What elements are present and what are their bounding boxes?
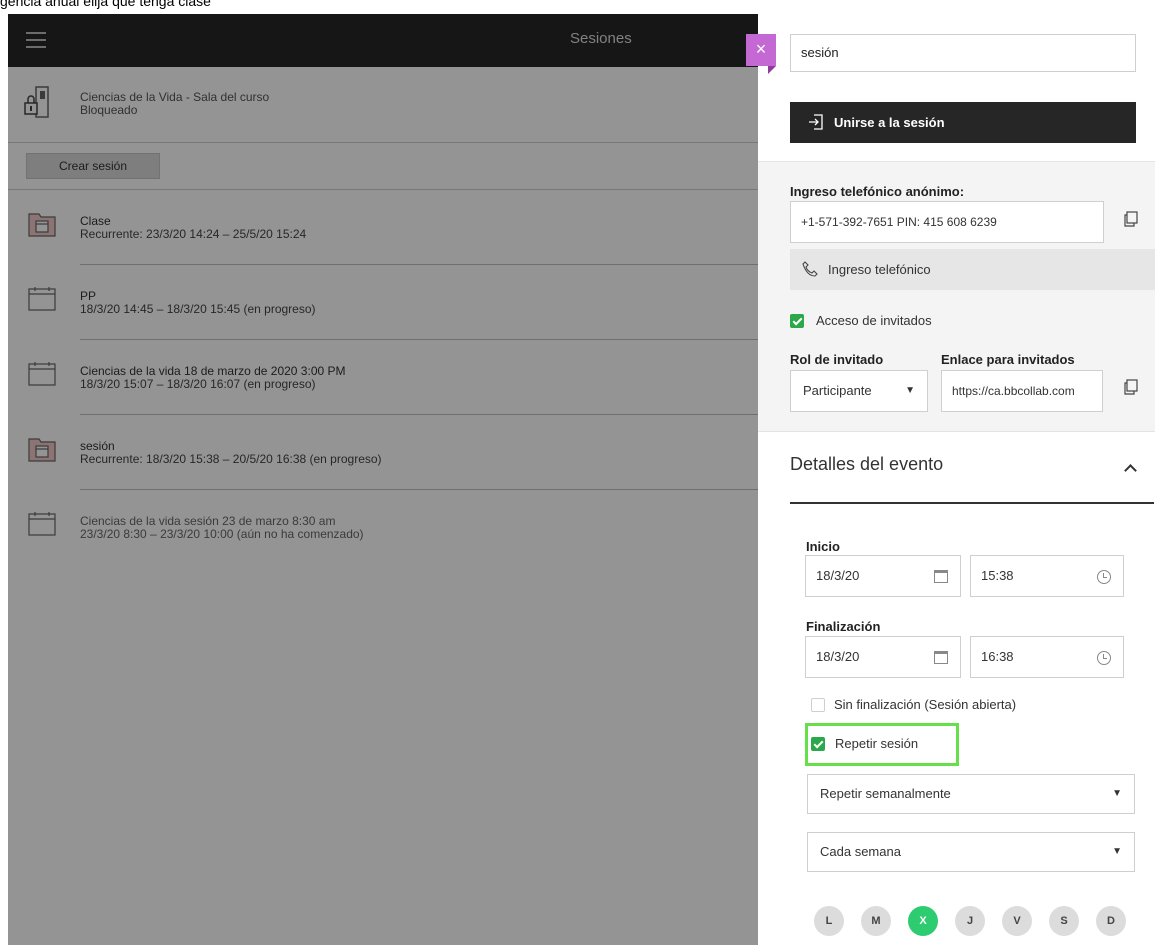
start-date-field[interactable]: 18/3/20 — [805, 555, 961, 597]
no-end-label: Sin finalización (Sesión abierta) — [834, 697, 1017, 712]
guest-access-checkbox[interactable] — [790, 314, 804, 328]
start-label: Inicio — [806, 539, 840, 554]
day-lunes[interactable]: L — [814, 906, 844, 936]
repeat-frequency-value: Repetir semanalmente — [820, 786, 951, 801]
locked-room-icon — [24, 86, 49, 118]
room-info: Ciencias de la Vida - Sala del curso Blo… — [80, 91, 269, 117]
end-time-field[interactable]: 16:38 — [970, 636, 1124, 678]
session-detail: Recurrente: 23/3/20 14:24 – 25/5/20 15:2… — [80, 227, 307, 241]
session-detail: 23/3/20 8:30 – 23/3/20 10:00 (aún no ha … — [80, 527, 364, 541]
day-miercoles[interactable]: X — [908, 906, 938, 936]
page-title: Sesiones — [570, 30, 632, 47]
join-session-label: Unirse a la sesión — [834, 115, 945, 130]
room-status: Bloqueado — [80, 103, 138, 117]
repeat-interval-value: Cada semana — [820, 844, 901, 859]
session-item-sesion[interactable]: sesión Recurrente: 18/3/20 15:38 – 20/5/… — [8, 415, 758, 490]
phone-icon — [802, 261, 818, 277]
calendar-icon — [934, 570, 948, 583]
clock-icon — [1097, 570, 1111, 584]
guest-role-select[interactable]: Participante ▼ — [790, 370, 928, 412]
recurring-calendar-icon — [28, 213, 56, 237]
session-item-ciencias-23-marzo[interactable]: Ciencias de la vida sesión 23 de marzo 8… — [8, 490, 758, 565]
join-session-button[interactable]: Unirse a la sesión — [790, 102, 1136, 143]
guest-link-label: Enlace para invitados — [941, 352, 1075, 367]
guest-role-value: Participante — [803, 383, 872, 398]
calendar-icon — [28, 512, 56, 536]
guest-role-label: Rol de invitado — [790, 352, 884, 367]
sessions-list-panel: Sesiones Ciencias de la Vida - Sala del … — [8, 14, 758, 945]
calendar-icon — [28, 362, 56, 386]
end-time-value: 16:38 — [981, 649, 1014, 664]
clock-icon — [1097, 651, 1111, 665]
end-label: Finalización — [806, 619, 881, 634]
hamburger-menu-icon[interactable] — [26, 32, 46, 48]
course-room[interactable]: Ciencias de la Vida - Sala del curso Blo… — [8, 67, 758, 143]
repeat-session-checkbox[interactable] — [811, 737, 825, 751]
calendar-icon — [934, 651, 948, 664]
day-sabado[interactable]: S — [1049, 906, 1079, 936]
day-domingo[interactable]: D — [1096, 906, 1126, 936]
session-item-clase[interactable]: Clase Recurrente: 23/3/20 14:24 – 25/5/2… — [8, 190, 758, 265]
chevron-up-icon[interactable] — [1124, 464, 1137, 477]
dropdown-arrow-icon: ▼ — [1112, 846, 1122, 857]
end-date-field[interactable]: 18/3/20 — [805, 636, 961, 678]
start-time-field[interactable]: 15:38 — [970, 555, 1124, 597]
close-button-tail — [768, 66, 776, 74]
session-detail: 18/3/20 14:45 – 18/3/20 15:45 (en progre… — [80, 302, 316, 316]
dropdown-arrow-icon: ▼ — [905, 385, 915, 396]
day-jueves[interactable]: J — [955, 906, 985, 936]
close-icon[interactable]: × — [746, 34, 776, 66]
event-details-heading[interactable]: Detalles del evento — [790, 454, 943, 475]
copy-icon[interactable] — [1124, 379, 1138, 395]
end-date-value: 18/3/20 — [816, 649, 860, 664]
guest-access-section: Ingreso telefónico anónimo: +1-571-392-7… — [758, 161, 1155, 432]
session-detail: 18/3/20 15:07 – 18/3/20 16:07 (en progre… — [80, 377, 316, 391]
enter-icon — [809, 114, 823, 130]
day-martes[interactable]: M — [861, 906, 891, 936]
session-name-input[interactable]: sesión — [790, 34, 1136, 72]
session-item-pp[interactable]: PP 18/3/20 14:45 – 18/3/20 15:45 (en pro… — [8, 265, 758, 340]
copy-icon[interactable] — [1124, 211, 1138, 227]
phone-entry-button-label: Ingreso telefónico — [828, 262, 931, 277]
recurring-calendar-icon — [28, 438, 56, 462]
phone-number-field[interactable]: +1-571-392-7651 PIN: 415 608 6239 — [790, 201, 1104, 243]
calendar-icon — [28, 287, 56, 311]
top-bar: Sesiones — [8, 14, 758, 67]
session-item-ciencias-18-marzo[interactable]: Ciencias de la vida 18 de marzo de 2020 … — [8, 340, 758, 415]
start-date-value: 18/3/20 — [816, 568, 860, 583]
create-session-button[interactable]: Crear sesión — [26, 153, 160, 179]
guest-access-label: Acceso de invitados — [816, 313, 932, 328]
repeat-frequency-select[interactable]: Repetir semanalmente ▼ — [807, 774, 1135, 814]
day-viernes[interactable]: V — [1002, 906, 1032, 936]
instruction-caption: gencia anual elija que tenga clase — [0, 0, 760, 14]
repeat-session-label: Repetir sesión — [835, 736, 919, 751]
start-time-value: 15:38 — [981, 568, 1014, 583]
session-settings-panel: × sesión Unirse a la sesión Ingreso tele… — [746, 14, 1155, 945]
repeat-interval-select[interactable]: Cada semana ▼ — [807, 832, 1135, 872]
phone-entry-label: Ingreso telefónico anónimo: — [790, 184, 965, 199]
phone-entry-button[interactable]: Ingreso telefónico — [790, 249, 1155, 290]
no-end-checkbox[interactable] — [811, 698, 825, 712]
guest-link-field[interactable]: https://ca.bbcollab.com — [941, 370, 1103, 412]
session-detail: Recurrente: 18/3/20 15:38 – 20/5/20 16:3… — [80, 452, 382, 466]
section-divider — [790, 502, 1154, 504]
create-session-bar: Crear sesión — [8, 143, 758, 190]
dropdown-arrow-icon: ▼ — [1112, 788, 1122, 799]
